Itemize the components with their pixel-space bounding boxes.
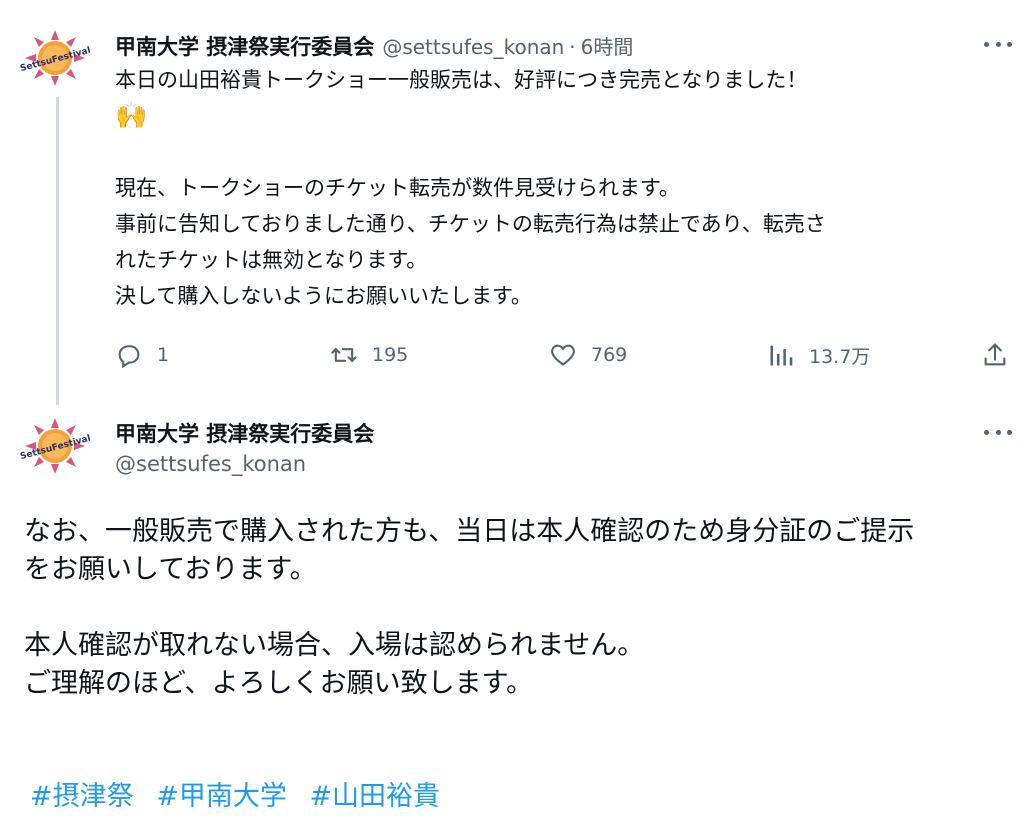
reply-count: 1 xyxy=(157,344,170,366)
text-line: 本人確認が取れない場合、入場は認められません。 xyxy=(24,630,645,661)
tweet-header: 甲南大学 摂津祭実行委員会 @settsufes_konan · 6時間 xyxy=(115,31,633,61)
dot-icon xyxy=(995,429,1001,435)
thread-line xyxy=(56,97,59,405)
tweet-header: 甲南大学 摂津祭実行委員会 xyxy=(115,418,374,448)
hashtag-link[interactable]: #甲南大学 xyxy=(156,781,287,812)
text-line: をお願いしております。 xyxy=(24,554,317,585)
views-button[interactable]: 13.7万 xyxy=(767,338,870,372)
text-line: 事前に告知しておりました通り、チケットの転売行為は禁止であり、転売さ xyxy=(115,212,826,236)
text-line: なお、一般販売で購入された方も、当日は本人確認のため身分証のご提示 xyxy=(24,516,915,547)
action-bar: 1 195 769 13.7万 xyxy=(115,338,1015,372)
views-count: 13.7万 xyxy=(809,345,871,368)
tweet-text: 本日の山田裕貴トークショー一般販売は、好評につき完売となりました！ 🙌 現在、ト… xyxy=(115,62,1005,314)
text-line: ご理解のほど、よろしくお願い致します。 xyxy=(24,668,533,699)
separator: · xyxy=(569,35,576,59)
dot-icon xyxy=(995,41,1001,47)
author-handle[interactable]: @settsufes_konan xyxy=(115,452,306,476)
dot-icon xyxy=(1007,41,1012,47)
tweet-text: なお、一般販売で購入された方も、当日は本人確認のため身分証のご提示 をお願いして… xyxy=(24,513,1014,703)
like-count: 769 xyxy=(591,344,628,366)
avatar[interactable]: SettsuFestival xyxy=(20,416,90,476)
author-name[interactable]: 甲南大学 摂津祭実行委員会 xyxy=(115,418,374,448)
more-options-button[interactable] xyxy=(984,422,1012,442)
dot-icon xyxy=(1007,429,1012,435)
author-name[interactable]: 甲南大学 摂津祭実行委員会 xyxy=(115,31,374,61)
dot-icon xyxy=(984,429,989,435)
text-line: 決して購入しないようにお願いいたします。 xyxy=(115,284,532,308)
text-line: 本日の山田裕貴トークショー一般販売は、好評につき完売となりました！ xyxy=(115,68,808,92)
share-button[interactable] xyxy=(981,338,1009,372)
hashtag-link[interactable]: #山田裕貴 xyxy=(309,781,440,812)
timestamp[interactable]: 6時間 xyxy=(581,31,634,60)
text-line: れたチケットは無効となります。 xyxy=(115,248,428,272)
author-handle[interactable]: @settsufes_konan xyxy=(382,35,564,59)
reply-icon xyxy=(118,345,140,369)
raised-hands-emoji: 🙌 xyxy=(115,101,148,131)
hashtag-list: #摂津祭 #甲南大学 #山田裕貴 xyxy=(30,774,454,813)
retweet-count: 195 xyxy=(372,344,409,366)
like-button[interactable]: 769 xyxy=(549,338,627,372)
share-icon xyxy=(984,343,1006,366)
text-line: 現在、トークショーのチケット転売が数件見受けられます。 xyxy=(115,176,680,200)
heart-icon xyxy=(551,344,575,366)
more-options-button[interactable] xyxy=(984,34,1012,54)
hashtag-link[interactable]: #摂津祭 xyxy=(30,781,134,812)
views-icon xyxy=(770,345,793,366)
dot-icon xyxy=(984,41,989,47)
reply-button[interactable]: 1 xyxy=(115,338,169,372)
avatar[interactable]: SettsuFestival xyxy=(20,28,90,88)
retweet-button[interactable]: 195 xyxy=(330,338,408,372)
retweet-icon xyxy=(331,348,357,362)
